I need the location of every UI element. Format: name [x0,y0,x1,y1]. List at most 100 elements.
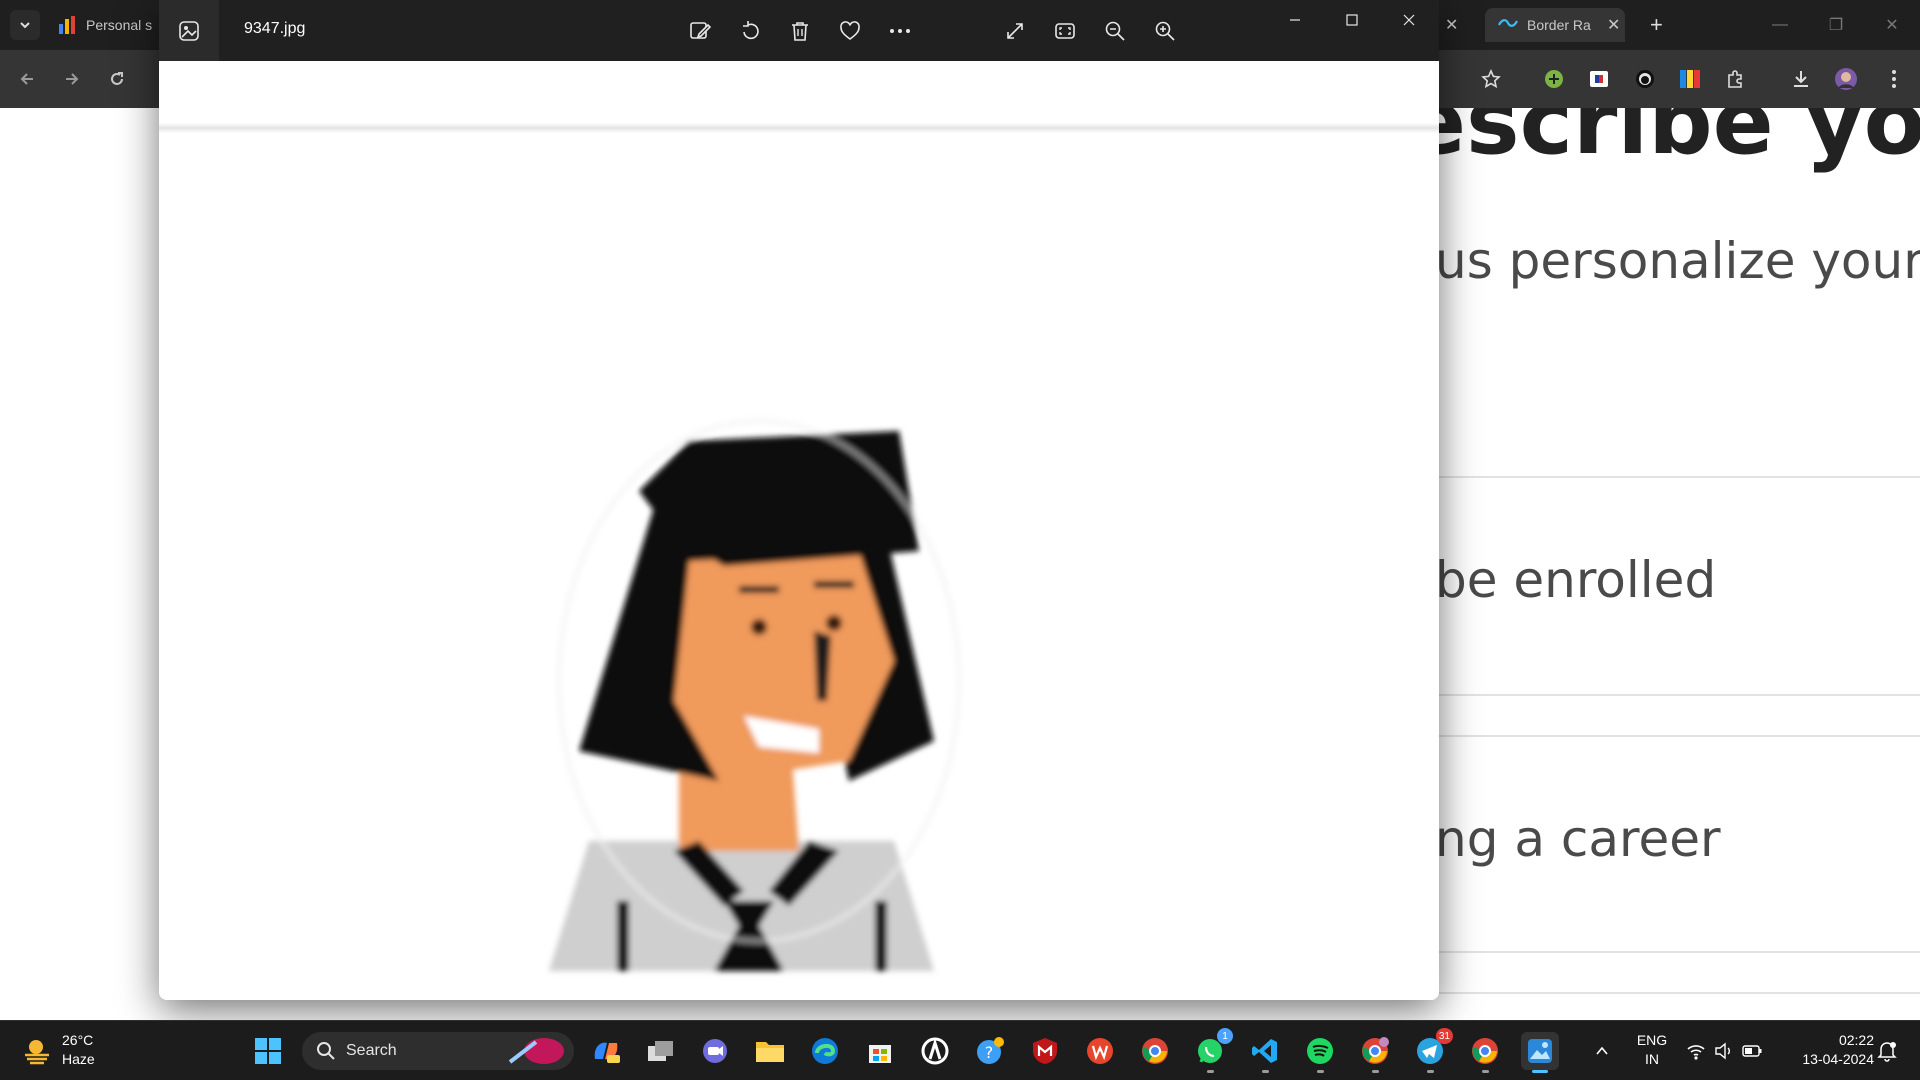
taskbar-task-view[interactable] [642,1032,680,1070]
extensions-button[interactable] [1722,66,1748,92]
taskbar-copilot[interactable] [587,1032,625,1070]
tab-border-radius[interactable]: Border Ra ✕ [1485,8,1625,42]
favorite-button[interactable] [835,16,865,46]
notification-badge: 31 [1435,1028,1453,1044]
minimize-button[interactable]: — [1752,0,1808,50]
add-circle-icon [1545,70,1563,88]
extension-plus[interactable] [1541,66,1567,92]
displayed-image [549,418,962,971]
divider [1439,992,1920,994]
viewer-maximize-button[interactable] [1324,0,1380,40]
volume-icon [1715,1042,1730,1060]
zoom-in-icon [1155,21,1175,41]
taskbar-edge[interactable] [806,1032,844,1070]
bookmark-button[interactable] [1478,66,1504,92]
puzzle-icon [1728,70,1742,88]
taskbar-mcafee[interactable] [1026,1032,1064,1070]
weather-temperature: 26°C [62,1032,94,1048]
new-tab-button[interactable]: + [1650,8,1676,42]
taskbar-photos[interactable] [1521,1032,1559,1073]
close-icon: ✕ [1445,17,1459,34]
wps-icon [1087,1038,1113,1064]
taskbar: 26°C Haze Search ? 1 31 ENG IN 02:22 13-… [0,1020,1920,1080]
quick-settings-button[interactable] [1680,1032,1768,1070]
notification-badge: 1 [1217,1028,1233,1044]
show-hidden-icons-button[interactable] [1583,1032,1621,1070]
photos-app-icon[interactable] [159,0,219,61]
bell-icon [1877,1042,1897,1062]
star-icon [1481,69,1501,89]
browser-menu-button[interactable] [1881,66,1907,92]
plus-icon: + [1650,12,1663,37]
photos-icon [1528,1039,1552,1063]
taskbar-vscode[interactable] [1246,1032,1284,1073]
language-indicator[interactable]: ENG IN [1632,1031,1672,1069]
extension-flag[interactable] [1586,66,1612,92]
task-view-icon [648,1041,673,1061]
clock-date: 13-04-2024 [1802,1051,1874,1067]
browser-window-controls: — ❐ ✕ [1752,0,1920,50]
running-indicator [1317,1070,1324,1073]
taskbar-search[interactable]: Search [302,1032,574,1070]
tab-personal[interactable]: Personal s [52,8,162,42]
image-canvas[interactable] [159,61,1439,1000]
taskbar-whatsapp[interactable]: 1 [1191,1028,1233,1073]
extension-colors[interactable] [1677,66,1703,92]
start-button[interactable] [249,1032,287,1070]
taskbar-store[interactable] [861,1032,899,1070]
extension-github[interactable] [1632,66,1658,92]
weather-widget[interactable]: 26°C Haze [22,1031,95,1069]
taskbar-chrome-1[interactable] [1136,1032,1174,1070]
notifications-button[interactable] [1868,1032,1906,1070]
viewer-titlebar: 9347.jpg [159,0,1439,61]
downloads-button[interactable] [1788,66,1814,92]
option-career[interactable]: ng a career [1435,810,1721,868]
zoom-out-button[interactable] [1100,16,1130,46]
search-highlight-icon [508,1038,564,1064]
search-label: Search [346,1042,397,1059]
maximize-icon [1346,14,1358,26]
tab-close-button[interactable]: ✕ [1445,8,1470,42]
avatar-icon [1835,68,1857,90]
taskbar-telegram[interactable]: 31 [1411,1028,1453,1073]
viewer-close-button[interactable] [1381,0,1437,40]
region-code: IN [1645,1051,1659,1067]
option-enrolled[interactable]: be enrolled [1435,551,1716,609]
viewer-minimize-button[interactable] [1267,0,1323,40]
taskbar-tips[interactable]: ? [971,1032,1009,1070]
close-icon[interactable]: ✕ [1607,15,1620,35]
profile-avatar[interactable] [1833,66,1859,92]
taskbar-app-a[interactable] [916,1032,954,1070]
taskbar-chrome-profile[interactable] [1356,1032,1394,1073]
close-button[interactable]: ✕ [1864,0,1920,50]
divider [1439,735,1920,737]
back-button[interactable] [12,64,42,94]
battery-icon [1742,1045,1762,1057]
fit-to-window-button[interactable] [1050,16,1080,46]
taskbar-spotify[interactable] [1301,1032,1339,1073]
taskbar-teams[interactable] [696,1032,734,1070]
image-icon [179,20,199,41]
taskbar-chrome-2[interactable] [1466,1032,1504,1073]
reload-button[interactable] [102,64,132,94]
zoom-in-button[interactable] [1150,16,1180,46]
heart-icon [840,21,860,40]
forward-button[interactable] [57,64,87,94]
clock-time: 02:22 [1838,1032,1874,1048]
edit-image-button[interactable] [685,16,715,46]
more-horizontal-icon [890,29,910,33]
arrow-left-icon [20,73,33,85]
analytics-icon [59,16,75,34]
fullscreen-button[interactable] [1000,16,1030,46]
restore-button[interactable]: ❐ [1808,0,1864,50]
restore-icon: ❐ [1828,17,1844,34]
more-options-button[interactable] [885,16,915,46]
taskbar-wps[interactable] [1081,1032,1119,1070]
clock[interactable]: 02:22 13-04-2024 [1780,1031,1874,1069]
delete-button[interactable] [785,16,815,46]
taskbar-file-explorer[interactable] [751,1032,789,1070]
rotate-button[interactable] [735,16,765,46]
tab-search-button[interactable] [10,10,40,40]
arrow-right-icon [66,73,79,85]
running-indicator [1207,1070,1214,1073]
